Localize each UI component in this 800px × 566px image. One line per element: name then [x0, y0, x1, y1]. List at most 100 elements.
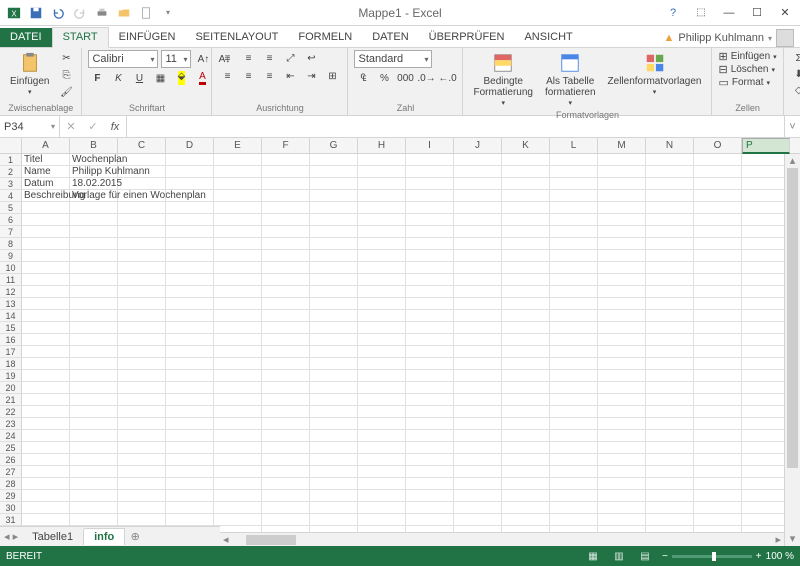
- cell-G16[interactable]: [310, 334, 358, 346]
- close-icon[interactable]: ✕: [772, 3, 798, 23]
- cell-O28[interactable]: [694, 478, 742, 490]
- cell-A24[interactable]: [22, 430, 70, 442]
- cell-O31[interactable]: [694, 514, 742, 526]
- column-header-M[interactable]: M: [598, 138, 646, 153]
- ribbon-display-icon[interactable]: ⬚: [688, 3, 714, 23]
- cell-J25[interactable]: [454, 442, 502, 454]
- cell-H18[interactable]: [358, 358, 406, 370]
- cell-G19[interactable]: [310, 370, 358, 382]
- cell-I9[interactable]: [406, 250, 454, 262]
- column-header-K[interactable]: K: [502, 138, 550, 153]
- cell-K22[interactable]: [502, 406, 550, 418]
- cell-A15[interactable]: [22, 322, 70, 334]
- cell-K28[interactable]: [502, 478, 550, 490]
- cell-M14[interactable]: [598, 310, 646, 322]
- cell-N1[interactable]: [646, 154, 694, 166]
- cell-F15[interactable]: [262, 322, 310, 334]
- column-header-L[interactable]: L: [550, 138, 598, 153]
- cell-G26[interactable]: [310, 454, 358, 466]
- cell-L24[interactable]: [550, 430, 598, 442]
- cell-K11[interactable]: [502, 274, 550, 286]
- cell-P18[interactable]: [742, 358, 790, 370]
- cell-C31[interactable]: [118, 514, 166, 526]
- cell-I12[interactable]: [406, 286, 454, 298]
- cell-M11[interactable]: [598, 274, 646, 286]
- cell-M13[interactable]: [598, 298, 646, 310]
- cell-O15[interactable]: [694, 322, 742, 334]
- cell-E18[interactable]: [214, 358, 262, 370]
- fx-icon[interactable]: fx: [104, 121, 126, 133]
- cell-N12[interactable]: [646, 286, 694, 298]
- cell-K16[interactable]: [502, 334, 550, 346]
- cell-A17[interactable]: [22, 346, 70, 358]
- cell-O17[interactable]: [694, 346, 742, 358]
- cell-L15[interactable]: [550, 322, 598, 334]
- page-break-view-icon[interactable]: ▤: [636, 549, 654, 563]
- cell-B21[interactable]: [70, 394, 118, 406]
- cell-F28[interactable]: [262, 478, 310, 490]
- cell-F5[interactable]: [262, 202, 310, 214]
- enter-formula-icon[interactable]: ✓: [82, 120, 104, 133]
- row-header-7[interactable]: 7: [0, 226, 22, 238]
- cell-K31[interactable]: [502, 514, 550, 526]
- row-header-25[interactable]: 25: [0, 442, 22, 454]
- cell-K29[interactable]: [502, 490, 550, 502]
- cell-E23[interactable]: [214, 418, 262, 430]
- cell-G2[interactable]: [310, 166, 358, 178]
- cell-A29[interactable]: [22, 490, 70, 502]
- cell-M18[interactable]: [598, 358, 646, 370]
- cancel-formula-icon[interactable]: ✕: [60, 120, 82, 133]
- number-format-select[interactable]: Standard▾: [354, 50, 432, 68]
- cell-L7[interactable]: [550, 226, 598, 238]
- cell-A13[interactable]: [22, 298, 70, 310]
- cell-B19[interactable]: [70, 370, 118, 382]
- border-icon[interactable]: ▦: [151, 70, 169, 86]
- cell-G23[interactable]: [310, 418, 358, 430]
- cell-A2[interactable]: Name: [22, 166, 70, 178]
- cell-I17[interactable]: [406, 346, 454, 358]
- row-header-19[interactable]: 19: [0, 370, 22, 382]
- cell-C16[interactable]: [118, 334, 166, 346]
- cell-K19[interactable]: [502, 370, 550, 382]
- copy-icon[interactable]: ⎘: [57, 67, 75, 83]
- format-as-table-button[interactable]: Als Tabelle formatieren▾: [541, 50, 600, 110]
- cell-B15[interactable]: [70, 322, 118, 334]
- cell-A1[interactable]: Titel: [22, 154, 70, 166]
- cell-A18[interactable]: [22, 358, 70, 370]
- cell-K24[interactable]: [502, 430, 550, 442]
- cell-J6[interactable]: [454, 214, 502, 226]
- clear-icon[interactable]: ◇: [790, 82, 800, 98]
- cell-C4[interactable]: [118, 190, 166, 202]
- vertical-scroll-thumb[interactable]: [787, 168, 798, 468]
- cell-N30[interactable]: [646, 502, 694, 514]
- cell-D16[interactable]: [166, 334, 214, 346]
- cell-H19[interactable]: [358, 370, 406, 382]
- cell-styles-button[interactable]: Zellenformatvorlagen▾: [604, 50, 706, 99]
- cell-D28[interactable]: [166, 478, 214, 490]
- cell-N14[interactable]: [646, 310, 694, 322]
- cell-M17[interactable]: [598, 346, 646, 358]
- cell-N7[interactable]: [646, 226, 694, 238]
- cell-C29[interactable]: [118, 490, 166, 502]
- decrease-indent-icon[interactable]: ⇤: [281, 68, 299, 84]
- cell-G27[interactable]: [310, 466, 358, 478]
- cell-C17[interactable]: [118, 346, 166, 358]
- cell-C1[interactable]: [118, 154, 166, 166]
- cell-H15[interactable]: [358, 322, 406, 334]
- cell-I29[interactable]: [406, 490, 454, 502]
- cell-H29[interactable]: [358, 490, 406, 502]
- cell-N18[interactable]: [646, 358, 694, 370]
- cell-I21[interactable]: [406, 394, 454, 406]
- cell-E24[interactable]: [214, 430, 262, 442]
- cell-O13[interactable]: [694, 298, 742, 310]
- cell-K15[interactable]: [502, 322, 550, 334]
- cell-I10[interactable]: [406, 262, 454, 274]
- cell-J4[interactable]: [454, 190, 502, 202]
- cell-F10[interactable]: [262, 262, 310, 274]
- cell-F6[interactable]: [262, 214, 310, 226]
- cell-D15[interactable]: [166, 322, 214, 334]
- cell-F1[interactable]: [262, 154, 310, 166]
- cell-E11[interactable]: [214, 274, 262, 286]
- cell-H24[interactable]: [358, 430, 406, 442]
- row-header-15[interactable]: 15: [0, 322, 22, 334]
